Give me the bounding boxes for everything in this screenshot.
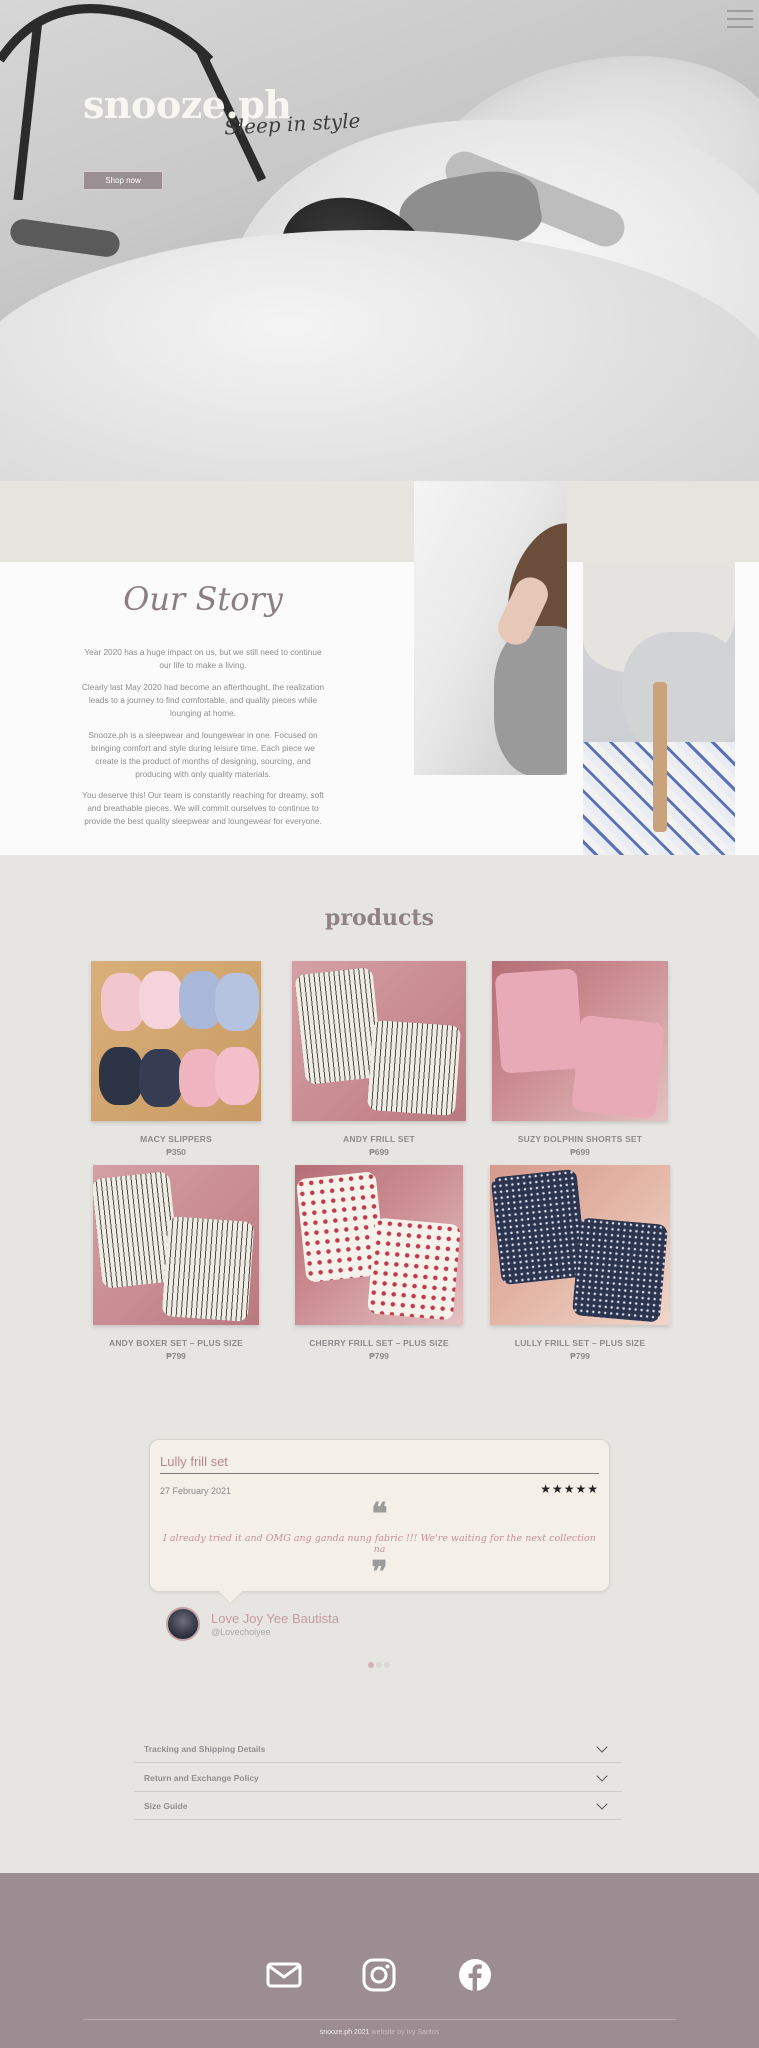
product-price: ₱799 xyxy=(570,1351,590,1361)
tee-graphic xyxy=(494,626,567,775)
review-text: I already tried it and OMG ang ganda nun… xyxy=(163,1533,596,1555)
story-paragraph: Clearly last May 2020 had become an afte… xyxy=(81,682,325,718)
accordion-size-guide[interactable]: Size Guide xyxy=(134,1792,622,1820)
product-name[interactable]: CHERRY FRILL SET – PLUS SIZE xyxy=(284,1338,474,1348)
product-image-lully-frill-set[interactable] xyxy=(490,1165,670,1325)
product-price: ₱350 xyxy=(166,1147,186,1157)
chevron-down-icon[interactable] xyxy=(596,1769,608,1782)
reviewer-avatar xyxy=(166,1607,200,1641)
products-title: products xyxy=(325,905,434,931)
slipper-graphic xyxy=(139,971,183,1029)
story-paragraph: Year 2020 has a huge impact on us, but w… xyxy=(84,647,322,670)
story-photo-woman xyxy=(414,481,567,775)
carousel-dot[interactable] xyxy=(376,1662,382,1668)
carousel-dot[interactable] xyxy=(368,1662,374,1668)
shorts-garment-graphic xyxy=(571,1014,665,1120)
review-divider xyxy=(160,1473,599,1474)
product-card[interactable]: ANDY BOXER SET – PLUS SIZE ₱799 xyxy=(81,1165,271,1361)
reviewer-handle: @Lovechoiyee xyxy=(211,1627,271,1637)
product-card[interactable]: MACY SLIPPERS ₱350 xyxy=(81,961,271,1157)
accordion-tracking-shipping[interactable]: Tracking and Shipping Details xyxy=(134,1735,622,1763)
product-image-andy-frill-set[interactable] xyxy=(292,961,466,1121)
top-garment-graphic xyxy=(494,968,584,1074)
open-quote-icon: ❝ xyxy=(371,1497,388,1532)
product-card[interactable]: LULLY FRILL SET – PLUS SIZE ₱799 xyxy=(485,1165,675,1361)
shorts-garment-graphic xyxy=(366,1217,462,1321)
reviewer-name: Love Joy Yee Bautista xyxy=(211,1611,339,1626)
furniture-leg-graphic xyxy=(653,682,667,832)
product-card[interactable]: ANDY FRILL SET ₱699 xyxy=(284,961,474,1157)
top-garment-graphic xyxy=(490,1168,588,1286)
slipper-graphic xyxy=(139,1049,183,1107)
slipper-graphic xyxy=(99,1047,143,1105)
accordion-label: Size Guide xyxy=(144,1800,188,1811)
facebook-icon[interactable] xyxy=(457,1957,493,1993)
story-paragraph: Snooze.ph is a sleepwear and loungewear … xyxy=(88,730,318,779)
product-card[interactable]: SUZY DOLPHIN SHORTS SET ₱699 xyxy=(485,961,675,1157)
carousel-pagination xyxy=(368,1662,390,1668)
menu-line xyxy=(727,10,753,12)
shop-now-button[interactable]: Shop now xyxy=(83,171,163,190)
chevron-down-icon[interactable] xyxy=(596,1797,608,1810)
product-price: ₱799 xyxy=(166,1351,186,1361)
story-photo-bedroom xyxy=(583,562,735,855)
story-top-band xyxy=(0,481,759,562)
review-product-title: Lully frill set xyxy=(160,1454,228,1469)
product-image-cherry-frill-set[interactable] xyxy=(295,1165,463,1325)
credit-link[interactable]: website by Ivy Santos xyxy=(372,2029,440,2036)
product-name[interactable]: LULLY FRILL SET – PLUS SIZE xyxy=(485,1338,675,1348)
partner-arm-graphic xyxy=(8,217,122,259)
story-paragraph: You deserve this! Our team is constantly… xyxy=(82,790,324,826)
product-image-suzy-dolphin-shorts-set[interactable] xyxy=(492,961,668,1121)
carousel-dot[interactable] xyxy=(384,1662,390,1668)
slipper-graphic xyxy=(215,1047,259,1105)
close-quote-icon: ❞ xyxy=(371,1555,388,1590)
shorts-garment-graphic xyxy=(571,1217,669,1323)
product-card[interactable]: CHERRY FRILL SET – PLUS SIZE ₱799 xyxy=(284,1165,474,1361)
chevron-down-icon[interactable] xyxy=(596,1740,608,1753)
testimonial-card: Lully frill set 27 February 2021 ★★★★★ ❝… xyxy=(149,1439,610,1592)
accordion-label: Tracking and Shipping Details xyxy=(144,1743,266,1754)
product-image-andy-boxer-set[interactable] xyxy=(93,1165,259,1325)
footer-copyright: snooze.ph 2021 website by Ivy Santos xyxy=(0,2029,759,2036)
product-price: ₱699 xyxy=(369,1147,389,1157)
menu-line xyxy=(727,26,753,28)
product-name[interactable]: ANDY BOXER SET – PLUS SIZE xyxy=(81,1338,271,1348)
slipper-graphic xyxy=(215,973,259,1031)
product-price: ₱699 xyxy=(570,1147,590,1157)
product-price: ₱799 xyxy=(369,1351,389,1361)
shorts-garment-graphic xyxy=(366,1020,462,1116)
story-title: Our Story xyxy=(123,580,283,618)
accordion-label: Return and Exchange Policy xyxy=(144,1772,259,1783)
cushion-graphic xyxy=(623,632,735,752)
product-image-macy-slippers[interactable] xyxy=(91,961,261,1121)
accordion-return-exchange[interactable]: Return and Exchange Policy xyxy=(134,1764,622,1792)
star-rating: ★★★★★ xyxy=(540,1482,599,1496)
hero-banner xyxy=(0,0,759,481)
review-date: 27 February 2021 xyxy=(160,1486,232,1496)
product-name[interactable]: SUZY DOLPHIN SHORTS SET xyxy=(485,1134,675,1144)
product-name[interactable]: ANDY FRILL SET xyxy=(284,1134,474,1144)
email-icon[interactable] xyxy=(266,1957,302,1993)
shorts-garment-graphic xyxy=(161,1216,255,1322)
footer-divider xyxy=(83,2019,676,2020)
product-name[interactable]: MACY SLIPPERS xyxy=(81,1134,271,1144)
menu-line xyxy=(727,18,753,20)
copyright-text: snooze.ph 2021 xyxy=(319,2029,370,2036)
hamburger-menu-icon[interactable] xyxy=(727,10,753,28)
instagram-icon[interactable] xyxy=(361,1957,397,1993)
